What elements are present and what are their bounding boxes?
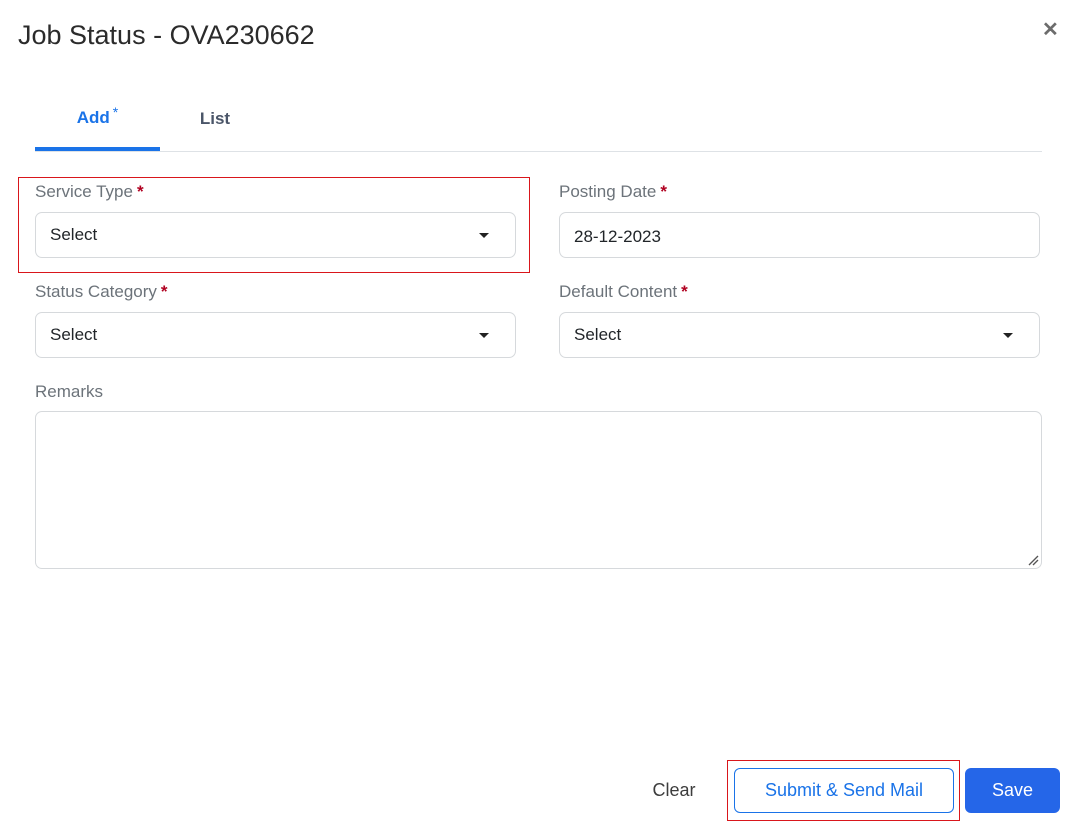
service-type-select[interactable]: Select (35, 212, 516, 258)
default-content-field: Default Content * Select (559, 282, 1040, 358)
dialog-title: Job Status - OVA230662 (18, 20, 315, 50)
unsaved-marker: * (112, 103, 119, 120)
remarks-label: Remarks (35, 382, 104, 401)
tab-bar: Add * List (35, 88, 1042, 152)
default-content-select[interactable]: Select (559, 312, 1040, 358)
tab-add-label: Add (76, 107, 110, 127)
posting-date-field: Posting Date * 28-12-2023 (559, 182, 1040, 258)
chevron-down-icon (479, 333, 489, 338)
status-category-label: Status Category * (35, 282, 168, 301)
tab-list-label: List (199, 109, 231, 128)
remarks-textarea[interactable] (35, 411, 1042, 569)
posting-date-label: Posting Date * (559, 182, 667, 201)
remarks-field: Remarks (35, 382, 103, 406)
save-button[interactable]: Save (965, 768, 1060, 813)
tab-list[interactable]: List (183, 88, 247, 150)
status-category-field: Status Category * Select (35, 282, 516, 358)
default-content-value: Select (574, 325, 622, 344)
service-type-value: Select (50, 225, 98, 244)
default-content-label: Default Content * (559, 282, 688, 301)
service-type-label: Service Type * (35, 182, 144, 201)
chevron-down-icon (479, 233, 489, 238)
resize-handle-icon[interactable] (1027, 554, 1039, 566)
tab-add[interactable]: Add * (35, 88, 160, 151)
clear-button[interactable]: Clear (636, 768, 712, 813)
status-category-value: Select (50, 325, 98, 344)
submit-send-mail-button[interactable]: Submit & Send Mail (734, 768, 954, 813)
posting-date-input[interactable]: 28-12-2023 (559, 212, 1040, 258)
chevron-down-icon (1003, 333, 1013, 338)
service-type-field: Service Type * Select (35, 182, 516, 258)
status-category-select[interactable]: Select (35, 312, 516, 358)
close-icon[interactable]: ✕ (1042, 20, 1059, 40)
posting-date-value: 28-12-2023 (574, 226, 661, 246)
